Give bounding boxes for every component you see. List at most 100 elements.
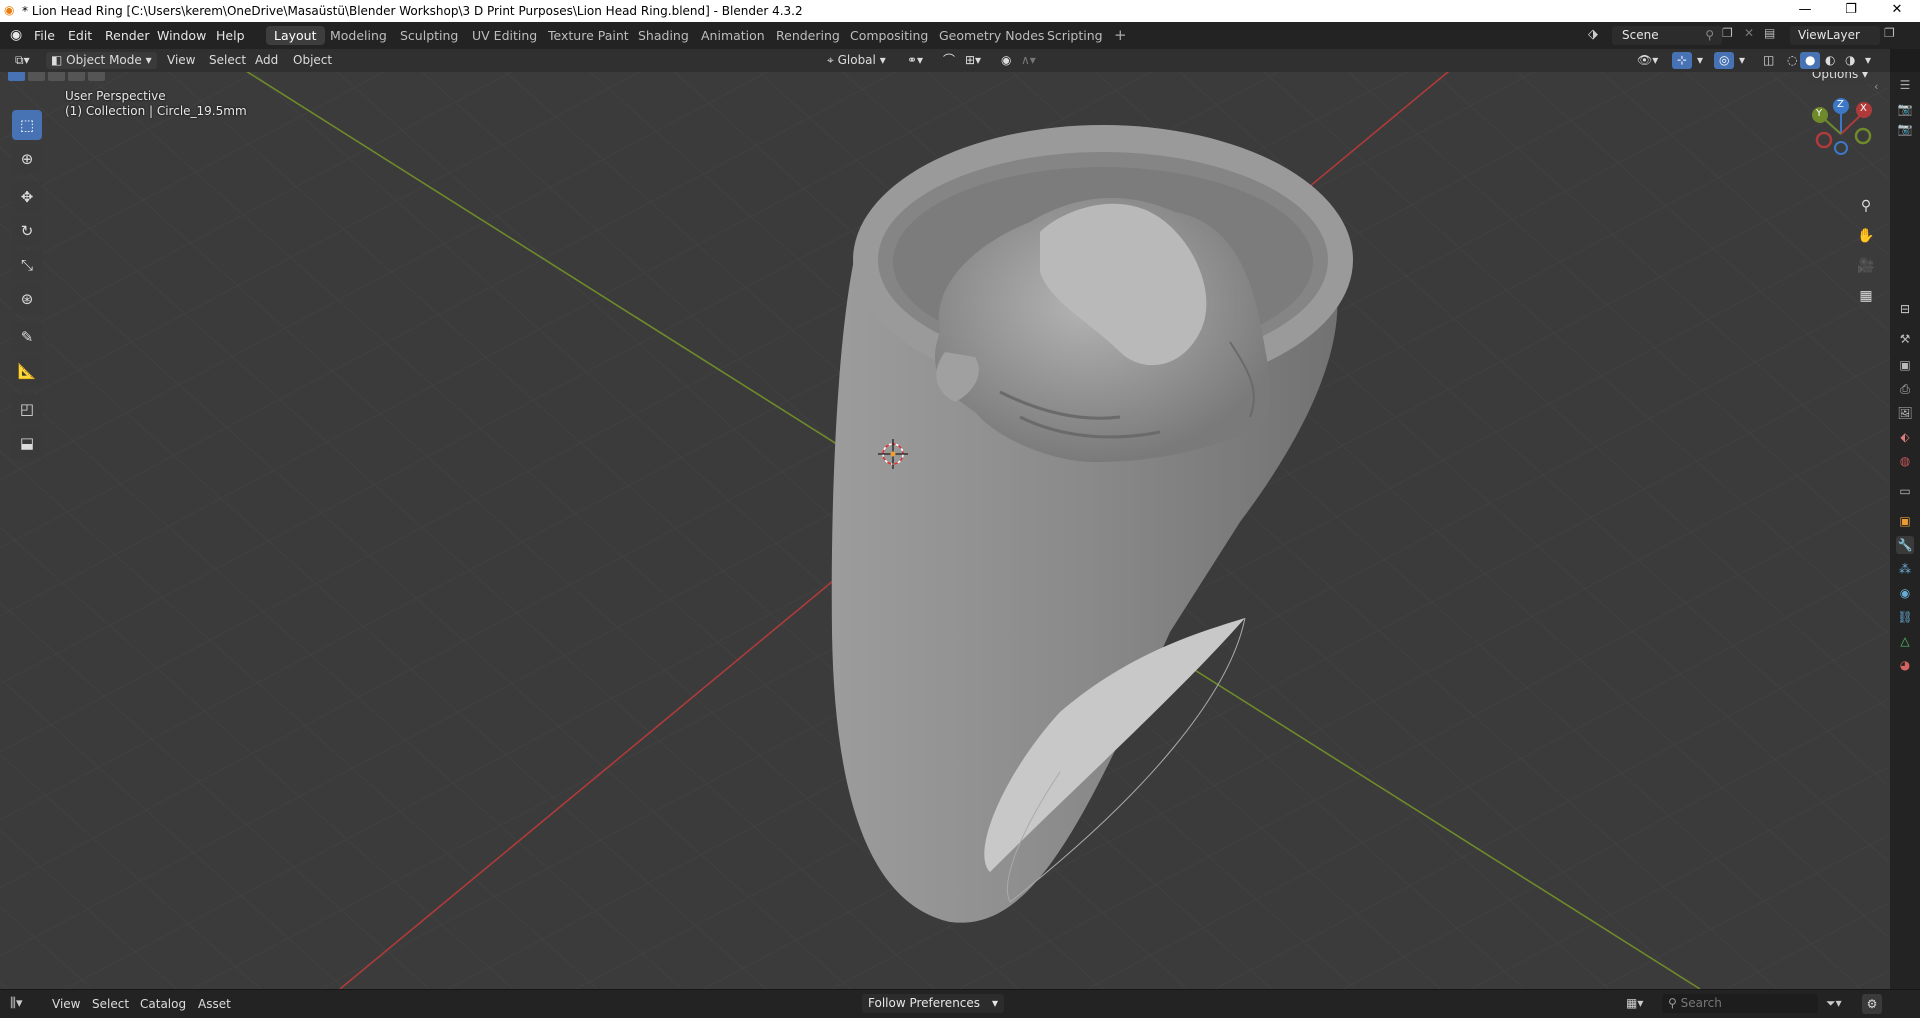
- viewlayer-icon[interactable]: ▤: [1764, 26, 1775, 40]
- new-scene-icon[interactable]: ❐: [1722, 26, 1733, 40]
- tab-scripting[interactable]: Scripting: [1039, 26, 1111, 45]
- tab-shading[interactable]: Shading: [630, 26, 697, 45]
- ortho-toggle-icon[interactable]: ▦: [1854, 284, 1878, 308]
- pivot-point-icon[interactable]: ⚭▾: [902, 52, 928, 69]
- properties-editor-icon[interactable]: ⊟: [1896, 300, 1914, 318]
- tool-settings-icon[interactable]: ⚒: [1896, 330, 1914, 348]
- maximize-button[interactable]: ❐: [1828, 0, 1874, 22]
- menu-add[interactable]: Add: [250, 52, 283, 69]
- delete-scene-icon[interactable]: ✕: [1744, 26, 1754, 40]
- follow-preferences-dropdown[interactable]: Follow Preferences ▾: [862, 994, 1004, 1013]
- add-workspace-button[interactable]: +: [1106, 26, 1135, 45]
- scene-selector[interactable]: Scene ⚲: [1612, 26, 1722, 45]
- select-new-icon[interactable]: [8, 72, 25, 81]
- navigation-gizmo[interactable]: Z X Y: [1804, 94, 1884, 174]
- visibility-icon[interactable]: 👁▾: [1632, 52, 1663, 69]
- xray-icon[interactable]: ◫: [1758, 52, 1779, 69]
- snap-target-icon[interactable]: ⊞▾: [960, 52, 986, 69]
- scene-properties-icon[interactable]: ⬖: [1896, 428, 1914, 446]
- tab-sculpting[interactable]: Sculpting: [392, 26, 466, 45]
- filter-icon[interactable]: ⏷▾: [1826, 996, 1842, 1011]
- pin-icon[interactable]: ⚲: [1705, 26, 1714, 45]
- add-primitive-tool-icon[interactable]: ⬓: [12, 428, 42, 458]
- object-properties-icon[interactable]: ▣: [1896, 512, 1914, 530]
- solid-shading-icon[interactable]: ●: [1800, 52, 1821, 69]
- select-invert-icon[interactable]: [68, 72, 85, 81]
- editor-type-icon-bottom[interactable]: ⫼▾: [10, 996, 23, 1011]
- physics-properties-icon[interactable]: ◉: [1896, 584, 1914, 602]
- 3d-viewport[interactable]: User Perspective (1) Collection | Circle…: [0, 72, 1890, 989]
- menu-help[interactable]: Help: [216, 28, 245, 43]
- options-dropdown[interactable]: Options ▾: [1808, 72, 1872, 84]
- particles-properties-icon[interactable]: ⁂: [1896, 560, 1914, 578]
- transform-tool-icon[interactable]: ⊛: [12, 284, 42, 314]
- overlays-dropdown-icon[interactable]: ▾: [1734, 52, 1750, 69]
- viewlayer-selector[interactable]: ViewLayer: [1790, 26, 1880, 45]
- rendered-shading-icon[interactable]: ◑: [1840, 52, 1860, 69]
- gear-icon[interactable]: ⚙: [1862, 994, 1882, 1014]
- overlays-toggle-icon[interactable]: ◎: [1714, 52, 1735, 69]
- modifier-properties-icon[interactable]: 🔧: [1896, 536, 1914, 554]
- menu-select[interactable]: Select: [204, 52, 251, 69]
- measure-tool-icon[interactable]: 📐: [12, 356, 42, 386]
- bottom-menu-view[interactable]: View: [52, 997, 80, 1011]
- tab-texture-paint[interactable]: Texture Paint: [540, 26, 637, 45]
- view-layer-properties-icon[interactable]: 🖼: [1896, 404, 1914, 422]
- select-extend-icon[interactable]: [28, 72, 45, 81]
- outliner-filter-icon[interactable]: ☰: [1896, 76, 1914, 94]
- scene-icon[interactable]: ⬗: [1588, 27, 1598, 42]
- gizmo-toggle-icon[interactable]: ⊹: [1672, 52, 1693, 69]
- tab-rendering[interactable]: Rendering: [768, 26, 848, 45]
- add-cube-tool-icon[interactable]: ◰: [12, 394, 42, 424]
- pan-hand-icon[interactable]: ✋: [1854, 224, 1878, 248]
- camera-view-icon[interactable]: 🎥: [1854, 254, 1878, 278]
- proportional-edit-icon[interactable]: ◉: [996, 52, 1016, 69]
- falloff-icon[interactable]: ∧▾: [1016, 52, 1041, 69]
- collection-properties-icon[interactable]: ▭: [1896, 482, 1914, 500]
- menu-window[interactable]: Window: [157, 28, 206, 43]
- editor-type-icon[interactable]: ⧉▾: [10, 52, 35, 69]
- blender-menu-icon[interactable]: ◉: [10, 27, 22, 43]
- display-mode-icon[interactable]: ▦▾: [1626, 996, 1643, 1010]
- select-box-tool-icon[interactable]: ⬚: [12, 110, 42, 140]
- render-properties-icon[interactable]: ▣: [1896, 356, 1914, 374]
- tab-modeling[interactable]: Modeling: [322, 26, 395, 45]
- tab-compositing[interactable]: Compositing: [842, 26, 936, 45]
- menu-object[interactable]: Object: [288, 52, 337, 69]
- mode-selector[interactable]: ◧ Object Mode ▾: [46, 52, 157, 69]
- gizmo-dropdown-icon[interactable]: ▾: [1692, 52, 1708, 69]
- scale-tool-icon[interactable]: ⤡: [12, 250, 42, 280]
- tab-animation[interactable]: Animation: [693, 26, 773, 45]
- transform-orientation-selector[interactable]: ⌖ Global ▾: [822, 52, 891, 69]
- output-properties-icon[interactable]: ⎙: [1896, 380, 1914, 398]
- search-input[interactable]: ⚲ Search: [1662, 994, 1818, 1013]
- minimize-button[interactable]: —: [1782, 0, 1828, 22]
- menu-edit[interactable]: Edit: [68, 28, 92, 43]
- select-intersect-icon[interactable]: [88, 72, 105, 81]
- rotate-tool-icon[interactable]: ↻: [12, 216, 42, 246]
- constraints-properties-icon[interactable]: ⛓: [1896, 608, 1914, 626]
- close-button[interactable]: ✕: [1874, 0, 1920, 22]
- menu-view[interactable]: View: [162, 52, 200, 69]
- menu-file[interactable]: File: [34, 28, 55, 43]
- tab-layout[interactable]: Layout: [266, 26, 325, 45]
- world-properties-icon[interactable]: ◍: [1896, 452, 1914, 470]
- material-shading-icon[interactable]: ◐: [1820, 52, 1840, 69]
- sidebar-toggle-icon[interactable]: ‹: [1874, 80, 1878, 93]
- bottom-menu-asset[interactable]: Asset: [198, 997, 231, 1011]
- cursor-tool-icon[interactable]: ⊕: [12, 144, 42, 174]
- zoom-icon[interactable]: ⚲: [1854, 194, 1878, 218]
- move-tool-icon[interactable]: ✥: [12, 182, 42, 212]
- data-properties-icon[interactable]: △: [1896, 632, 1914, 650]
- tab-geometry-nodes[interactable]: Geometry Nodes: [931, 26, 1052, 45]
- shading-dropdown-icon[interactable]: ▾: [1860, 52, 1876, 69]
- new-viewlayer-icon[interactable]: ❐: [1884, 26, 1895, 40]
- bottom-menu-select[interactable]: Select: [92, 997, 129, 1011]
- snap-icon[interactable]: ⌒: [938, 52, 960, 69]
- annotate-tool-icon[interactable]: ✎: [12, 322, 42, 352]
- select-subtract-icon[interactable]: [48, 72, 65, 81]
- render-camera-icon[interactable]: 📷: [1896, 120, 1914, 138]
- bottom-menu-catalog[interactable]: Catalog: [140, 997, 186, 1011]
- material-properties-icon[interactable]: ◕: [1896, 656, 1914, 674]
- menu-render[interactable]: Render: [105, 28, 150, 43]
